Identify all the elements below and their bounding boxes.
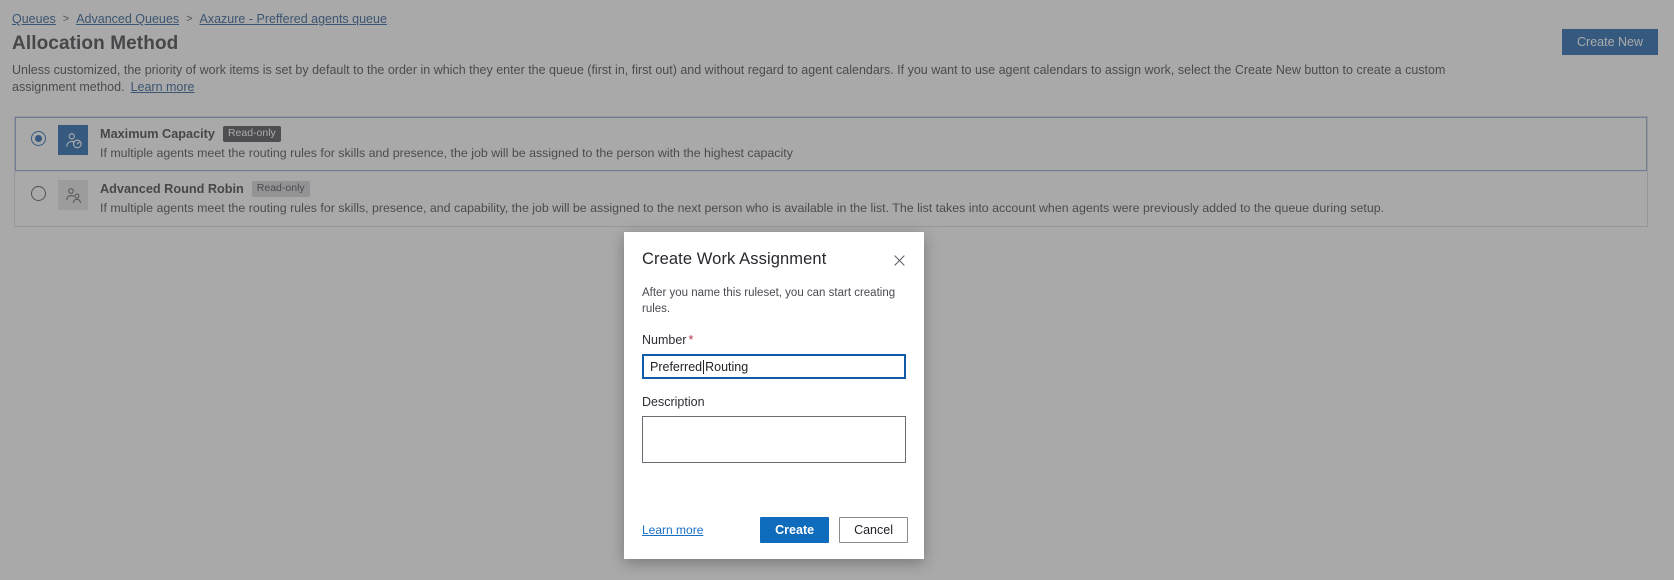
text-caret bbox=[703, 359, 705, 374]
number-label-text: Number bbox=[642, 333, 687, 347]
create-work-assignment-dialog: Create Work Assignment After you name th… bbox=[624, 232, 924, 559]
dialog-subtitle: After you name this ruleset, you can sta… bbox=[642, 287, 896, 315]
dialog-footer: Learn more Create Cancel bbox=[624, 517, 924, 559]
number-input[interactable]: Preferred Routing bbox=[642, 354, 906, 379]
description-field-label: Description bbox=[642, 395, 705, 409]
dialog-body: After you name this ruleset, you can sta… bbox=[624, 271, 924, 517]
create-button[interactable]: Create bbox=[760, 517, 830, 543]
number-field-label: Number * bbox=[642, 332, 906, 348]
cancel-button[interactable]: Cancel bbox=[839, 517, 908, 543]
dialog-learn-more-link[interactable]: Learn more bbox=[642, 523, 703, 537]
dialog-header: Create Work Assignment bbox=[624, 232, 924, 271]
required-marker: * bbox=[688, 333, 694, 347]
number-input-value-after-caret: Routing bbox=[705, 359, 749, 374]
dialog-title: Create Work Assignment bbox=[642, 250, 827, 268]
description-textarea[interactable] bbox=[642, 416, 906, 463]
number-input-value-before-caret: Preferred bbox=[650, 359, 703, 374]
close-icon[interactable] bbox=[888, 249, 910, 271]
